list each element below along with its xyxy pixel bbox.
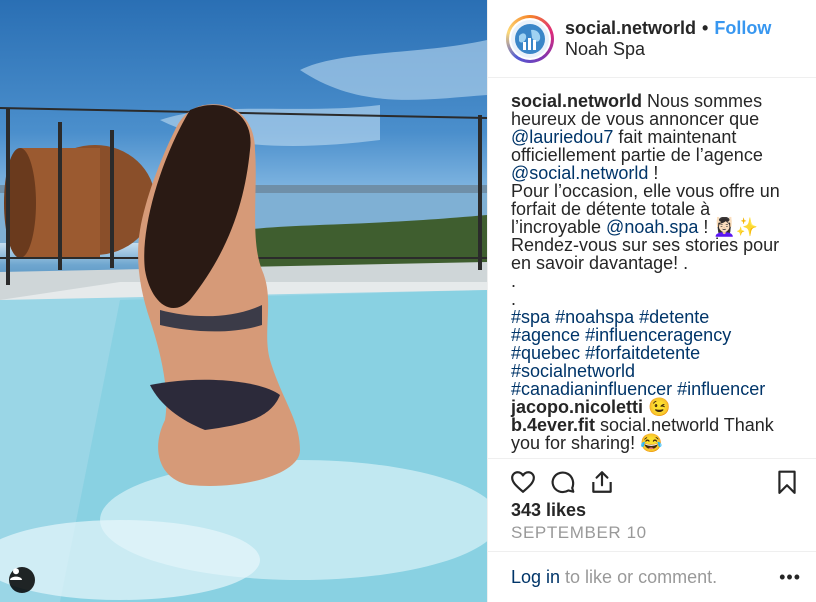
hashtag[interactable]: #socialnetworld (511, 361, 635, 381)
mention-noah-spa[interactable]: @noah.spa (606, 217, 698, 237)
share-icon[interactable] (589, 469, 615, 495)
mention-social-networld[interactable]: @social.networld (511, 163, 648, 183)
hashtag[interactable]: #spa (511, 307, 550, 327)
hashtag[interactable]: #detente (639, 307, 709, 327)
follow-button[interactable]: Follow (714, 18, 771, 38)
comment-username[interactable]: b.4ever.fit (511, 415, 595, 435)
photo-illustration (0, 40, 487, 602)
login-bar: Log in to like or comment. ••• (488, 551, 816, 602)
post-sidebar: social.networld • Follow Noah Spa social… (487, 0, 816, 602)
caption-dot: . (511, 271, 517, 291)
post-photo[interactable] (0, 0, 487, 602)
login-prompt: Log in to like or comment. (511, 567, 717, 588)
comments-section[interactable]: social.networld Nous sommes heureux de v… (488, 92, 816, 458)
more-options-button[interactable]: ••• (779, 568, 801, 586)
caption-dot: . (511, 289, 517, 309)
hashtag[interactable]: #influenceragency (585, 325, 731, 345)
bookmark-icon[interactable] (774, 469, 800, 495)
caption-text: Rendez-vous sur ses stories pour en savo… (511, 235, 780, 273)
post-date[interactable]: SEPTEMBER 10 (511, 523, 647, 543)
hashtag[interactable]: #agence (511, 325, 580, 345)
hashtag[interactable]: #forfaitdetente (585, 343, 700, 363)
caption-text: ! 💆🏻‍♀️✨ (698, 217, 759, 237)
avatar[interactable] (506, 14, 554, 63)
login-link[interactable]: Log in (511, 567, 560, 587)
mention-lauriedou7[interactable]: @lauriedou7 (511, 127, 613, 147)
login-rest: to like or comment. (560, 567, 718, 587)
heart-icon[interactable] (510, 469, 536, 495)
likes-count[interactable]: 343 likes (511, 500, 586, 521)
comment-text: 😉 (643, 397, 671, 417)
globe-logo-icon (515, 23, 545, 54)
comment-username[interactable]: jacopo.nicoletti (511, 397, 643, 417)
caption-text: ! (648, 163, 659, 183)
user-tag-icon[interactable] (9, 567, 35, 593)
location-link[interactable]: Noah Spa (565, 39, 771, 59)
comment: jacopo.nicoletti 😉 (511, 398, 801, 416)
hashtag[interactable]: #influencer (677, 379, 765, 399)
post-header: social.networld • Follow Noah Spa (488, 0, 816, 78)
hashtag[interactable]: #quebec (511, 343, 580, 363)
caption: social.networld Nous sommes heureux de v… (511, 92, 801, 398)
header-username[interactable]: social.networld (565, 18, 696, 38)
action-bar (488, 458, 816, 504)
hashtag[interactable]: #noahspa (555, 307, 634, 327)
comment: b.4ever.fit social.networld Thank you fo… (511, 416, 801, 452)
hashtag[interactable]: #canadianinfluencer (511, 379, 672, 399)
comment-icon[interactable] (550, 469, 576, 495)
header-separator: • (702, 18, 709, 38)
